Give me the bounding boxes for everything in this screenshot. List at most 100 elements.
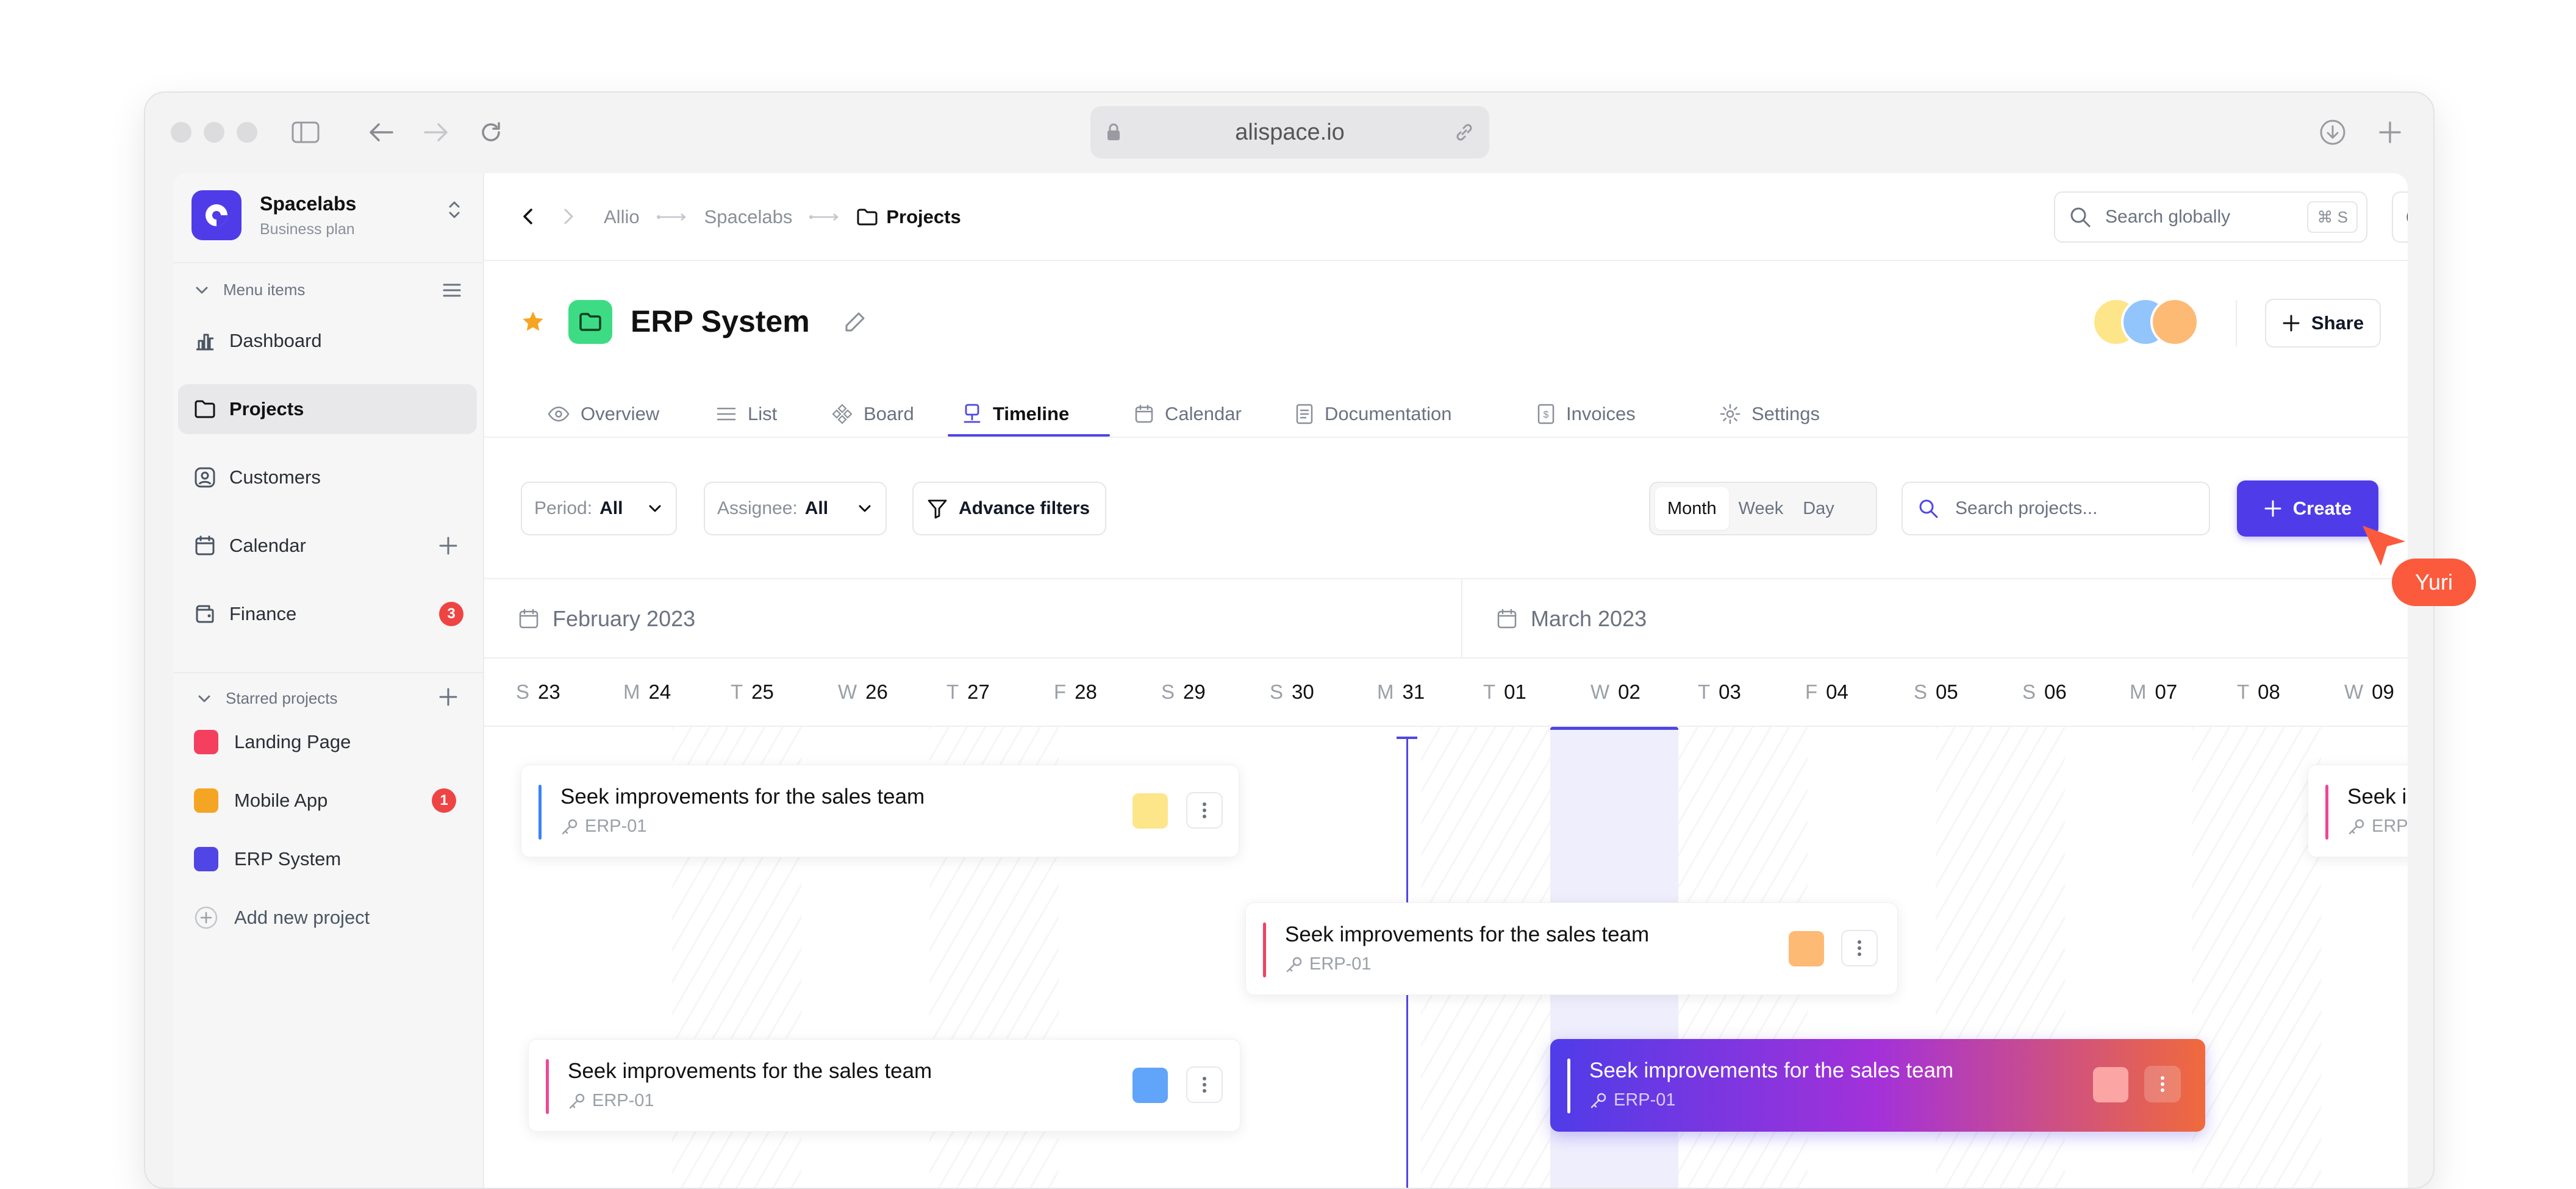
tab-board[interactable]: Board	[832, 393, 914, 435]
breadcrumb-spacelabs[interactable]: Spacelabs	[704, 206, 793, 228]
period-filter-label: Period:	[534, 498, 593, 518]
create-button[interactable]: Create	[2237, 480, 2378, 537]
lock-icon	[1107, 123, 1120, 140]
task-more-button[interactable]	[1841, 930, 1878, 966]
help-button[interactable]	[2392, 191, 2408, 243]
edit-pencil-icon[interactable]	[842, 309, 868, 338]
address-bar[interactable]: alispace.io	[1090, 106, 1489, 159]
breadcrumb-projects[interactable]: Projects	[886, 206, 961, 228]
starred-item-landing-page[interactable]: Landing Page	[178, 717, 477, 767]
workspace-logo	[191, 190, 242, 240]
list-icon	[717, 407, 736, 421]
starred-projects-label: Starred projects	[226, 689, 338, 707]
tab-settings[interactable]: Settings	[1720, 393, 1820, 435]
task-title: Seek improvements for the sales team	[568, 1059, 932, 1083]
sidebar: Spacelabs Business plan Menu items Dashb…	[173, 173, 484, 1188]
window-close-dot[interactable]	[171, 122, 191, 143]
task-card[interactable]: Seek improvements for the sales team ERP…	[528, 1039, 1240, 1132]
day-weekday: T	[1698, 680, 1711, 703]
view-day-button[interactable]: Day	[1793, 487, 1844, 530]
chevron-down-icon	[859, 505, 871, 512]
tab-label: List	[748, 403, 778, 424]
view-month-button[interactable]: Month	[1655, 487, 1729, 530]
nav-back-icon[interactable]	[521, 207, 535, 229]
reload-icon[interactable]	[474, 116, 507, 149]
member-avatars[interactable]	[2092, 295, 2214, 350]
current-time-marker	[1397, 737, 1417, 739]
task-more-button[interactable]	[2144, 1066, 2181, 1102]
day-number: 23	[538, 680, 560, 703]
tab-invoices[interactable]: $ Invoices	[1537, 393, 1636, 435]
global-search-placeholder: Search globally	[2105, 207, 2231, 227]
key-icon	[2349, 819, 2364, 834]
day-header: W 09	[2344, 659, 2394, 726]
window-zoom-dot[interactable]	[237, 122, 257, 143]
workspace-plan: Business plan	[260, 221, 355, 238]
day-header: T 25	[731, 659, 774, 726]
sidebar-toggle-icon[interactable]	[289, 116, 322, 149]
task-card[interactable]: Seek improvements for the sales team ERP…	[1245, 902, 1898, 995]
back-arrow-icon[interactable]	[365, 116, 398, 149]
sidebar-item-finance[interactable]: Finance	[178, 589, 477, 639]
add-calendar-icon[interactable]	[438, 535, 459, 559]
workspace-switcher-icon[interactable]	[446, 198, 462, 225]
add-starred-icon[interactable]	[438, 687, 459, 710]
sidebar-item-dashboard[interactable]: Dashboard	[178, 316, 477, 366]
tab-documentation[interactable]: Documentation	[1295, 393, 1452, 435]
day-weekday: S	[516, 680, 530, 703]
sidebar-item-projects[interactable]: Projects	[178, 384, 477, 434]
sidebar-item-customers[interactable]: Customers	[178, 452, 477, 502]
tab-timeline[interactable]: Timeline	[962, 393, 1069, 435]
project-title: ERP System	[631, 304, 810, 338]
tab-overview[interactable]: Overview	[548, 393, 659, 435]
day-number: 26	[865, 680, 888, 703]
menu-lines-icon[interactable]	[442, 282, 462, 302]
day-header: M 31	[1377, 659, 1425, 726]
download-icon[interactable]	[2316, 116, 2349, 149]
starred-item-erp-system[interactable]: ERP System	[178, 834, 477, 884]
tab-label: Overview	[581, 403, 660, 424]
sidebar-item-calendar[interactable]: Calendar	[178, 521, 477, 571]
day-header: F 04	[1805, 659, 1848, 726]
task-card[interactable]: Seek improvements for th ERP-01	[2308, 765, 2408, 857]
task-card-highlighted[interactable]: Seek improvements for the sales team ERP…	[1550, 1039, 2205, 1132]
month-label: February 2023	[553, 606, 696, 631]
view-week-button[interactable]: Week	[1729, 487, 1794, 530]
day-number: 24	[648, 680, 671, 703]
assignee-filter[interactable]: Assignee: All	[704, 482, 887, 535]
nav-forward-icon[interactable]	[561, 207, 576, 229]
day-header: T 03	[1698, 659, 1741, 726]
chevron-down-icon	[196, 287, 208, 293]
task-title: Seek improvements for the sales team	[1589, 1059, 1954, 1082]
forward-arrow-icon[interactable]	[420, 116, 453, 149]
task-more-button[interactable]	[1186, 792, 1223, 829]
tab-calendar[interactable]: Calendar	[1134, 393, 1242, 435]
starred-projects-heading[interactable]: Starred projects	[196, 689, 338, 708]
task-card[interactable]: Seek improvements for the sales team ERP…	[521, 765, 1239, 857]
period-filter[interactable]: Period: All	[521, 482, 677, 535]
key-icon	[1286, 957, 1302, 972]
day-weekday: F	[1805, 680, 1818, 703]
menu-items-heading[interactable]: Menu items	[194, 280, 305, 299]
share-button[interactable]: Share	[2265, 299, 2381, 348]
key-icon	[562, 819, 578, 834]
day-header: S 23	[516, 659, 560, 726]
advance-filters-button[interactable]: Advance filters	[912, 482, 1106, 535]
star-icon[interactable]	[521, 310, 545, 337]
finance-count-badge: 3	[439, 602, 463, 626]
global-search-input[interactable]: Search globally ⌘ S	[2054, 191, 2367, 243]
day-weekday: M	[623, 680, 640, 703]
task-id-label: ERP-01	[585, 816, 647, 836]
new-tab-icon[interactable]	[2374, 116, 2406, 149]
link-icon[interactable]	[1454, 122, 1475, 143]
day-number: 31	[1402, 680, 1425, 703]
add-new-project-button[interactable]: Add new project	[178, 893, 477, 943]
project-search-input[interactable]: Search projects...	[1902, 482, 2210, 535]
task-more-button[interactable]	[1186, 1066, 1223, 1103]
advance-filters-label: Advance filters	[959, 498, 1090, 518]
tab-list[interactable]: List	[716, 393, 777, 435]
day-number: 25	[751, 680, 774, 703]
breadcrumb-allio[interactable]: Allio	[604, 206, 640, 228]
folder-icon	[857, 209, 878, 226]
window-minimize-dot[interactable]	[204, 122, 224, 143]
